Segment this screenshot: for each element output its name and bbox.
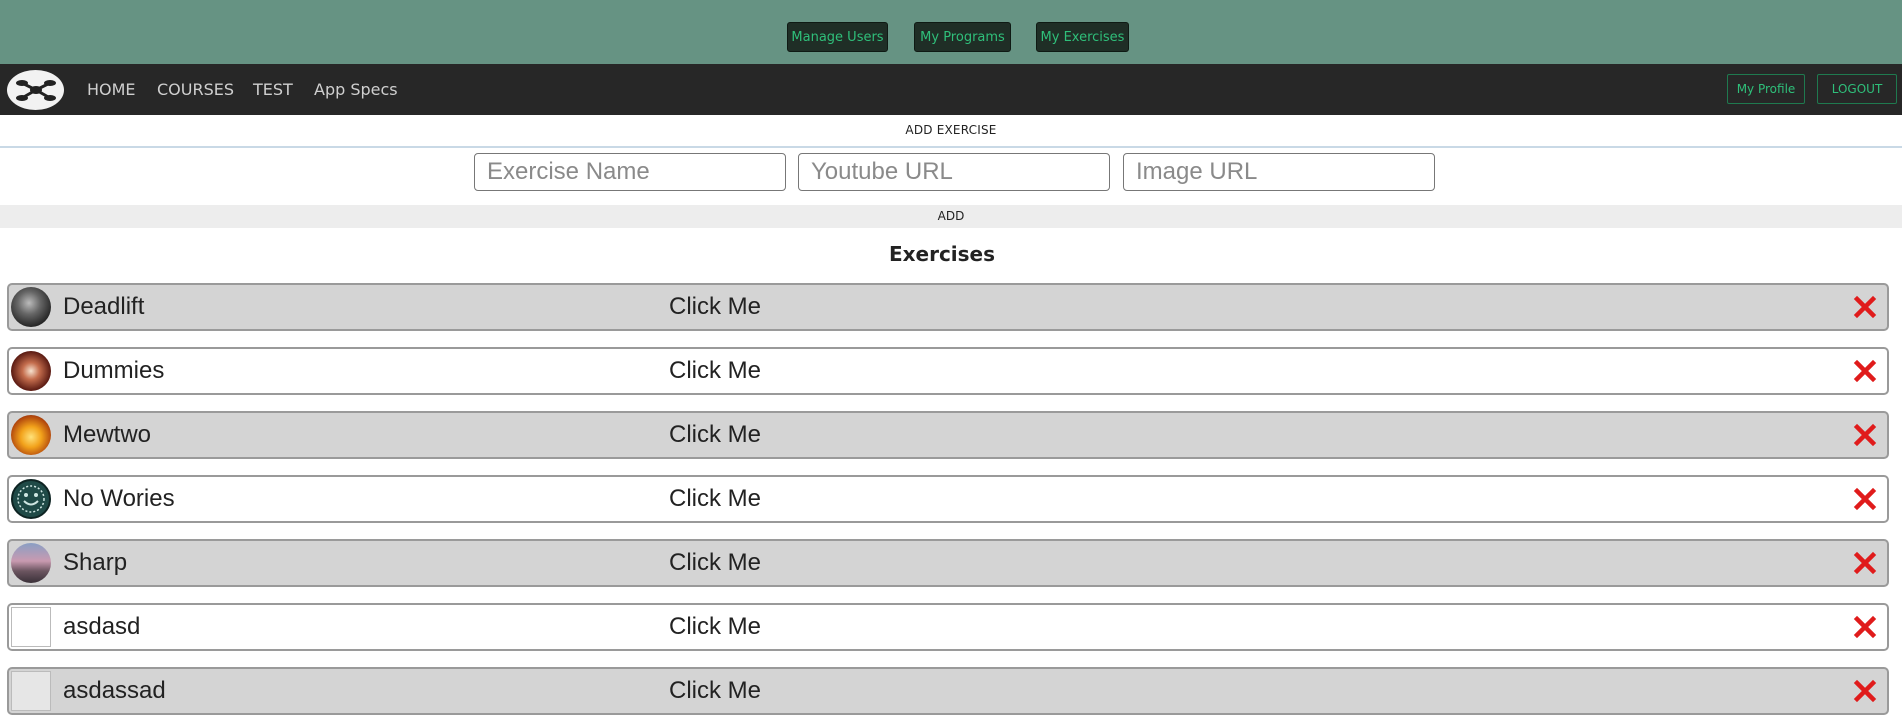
close-icon[interactable] (1853, 359, 1877, 383)
top-admin-bar: Manage Users My Programs My Exercises (0, 0, 1902, 64)
exercise-name: asdassad (63, 677, 166, 704)
exercise-thumbnail (11, 415, 51, 455)
exercise-name: Dummies (63, 357, 165, 384)
broken-image-icon (11, 671, 51, 711)
exercise-name: Mewtwo (63, 421, 152, 448)
exercise-row[interactable]: Sharp Click Me (7, 539, 1889, 587)
my-exercises-button[interactable]: My Exercises (1036, 22, 1129, 52)
exercise-row[interactable]: No Wories Click Me (7, 475, 1889, 523)
close-icon[interactable] (1853, 487, 1877, 511)
exercise-thumbnail (11, 351, 51, 391)
exercise-name: asdasd (63, 613, 141, 640)
drone-logo-icon[interactable] (7, 70, 64, 110)
add-exercise-header: ADD EXERCISE (0, 115, 1902, 148)
add-button[interactable]: ADD (0, 205, 1902, 228)
smiley-thumbnail-icon (11, 479, 51, 519)
exercise-name: Deadlift (63, 293, 145, 320)
exercise-click-link[interactable]: Click Me (669, 285, 761, 329)
my-profile-button[interactable]: My Profile (1727, 74, 1805, 104)
exercise-row[interactable]: asdassad Click Me (7, 667, 1889, 715)
exercise-click-link[interactable]: Click Me (669, 605, 761, 649)
manage-users-button[interactable]: Manage Users (787, 22, 888, 52)
exercise-thumbnail (11, 543, 51, 583)
exercise-click-link[interactable]: Click Me (669, 413, 761, 457)
exercise-name: No Wories (63, 485, 175, 512)
image-url-input[interactable] (1123, 153, 1435, 191)
nav-link-test[interactable]: TEST (253, 64, 293, 115)
exercise-row[interactable]: Deadlift Click Me (7, 283, 1889, 331)
nav-link-home[interactable]: HOME (87, 64, 136, 115)
exercise-name: Sharp (63, 549, 128, 576)
exercise-thumbnail (11, 287, 51, 327)
close-icon[interactable] (1853, 551, 1877, 575)
main-navbar: HOME COURSES TEST App Specs My Profile L… (0, 64, 1902, 115)
youtube-url-input[interactable] (798, 153, 1110, 191)
logout-button[interactable]: LOGOUT (1817, 74, 1897, 104)
exercise-name-input[interactable] (474, 153, 786, 191)
close-icon[interactable] (1853, 615, 1877, 639)
nav-link-courses[interactable]: COURSES (157, 64, 234, 115)
exercise-click-link[interactable]: Click Me (669, 349, 761, 393)
exercise-click-link[interactable]: Click Me (669, 477, 761, 521)
exercise-row[interactable]: asdasd Click Me (7, 603, 1889, 651)
exercises-title: Exercises (888, 242, 996, 266)
close-icon[interactable] (1853, 423, 1877, 447)
my-programs-button[interactable]: My Programs (914, 22, 1011, 52)
close-icon[interactable] (1853, 295, 1877, 319)
nav-link-app-specs[interactable]: App Specs (314, 64, 398, 115)
broken-image-icon (11, 607, 51, 647)
exercise-row[interactable]: Dummies Click Me (7, 347, 1889, 395)
exercise-click-link[interactable]: Click Me (669, 541, 761, 585)
close-icon[interactable] (1853, 679, 1877, 703)
exercise-click-link[interactable]: Click Me (669, 669, 761, 713)
exercise-row[interactable]: Mewtwo Click Me (7, 411, 1889, 459)
